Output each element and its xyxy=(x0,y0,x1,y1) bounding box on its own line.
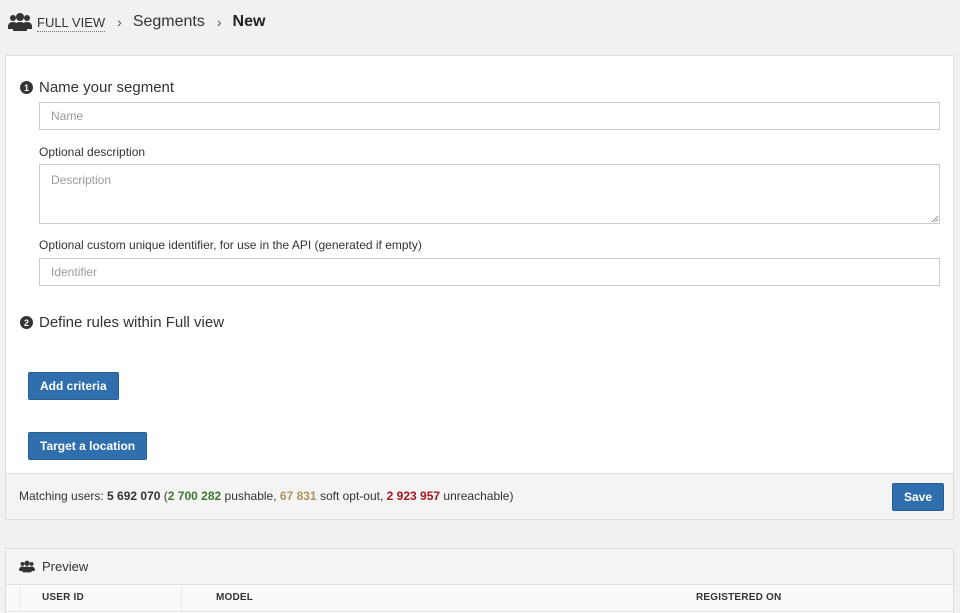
target-location-button[interactable]: Target a location xyxy=(28,432,148,460)
description-textarea[interactable] xyxy=(39,164,940,224)
page-title: New xyxy=(232,13,266,30)
users-icon xyxy=(8,12,32,32)
soft-optout-count: 67 831 xyxy=(279,489,317,503)
step-1-title: Name your segment xyxy=(39,79,175,96)
column-divider xyxy=(181,586,182,612)
pushable-count: 2 700 282 xyxy=(167,489,222,503)
breadcrumb: FULL VIEW › Segments › New xyxy=(8,8,265,36)
step-2-title: Define rules within Full view xyxy=(39,314,225,331)
identifier-input[interactable] xyxy=(39,258,940,286)
preview-table-header: USER ID MODEL REGISTERED ON xyxy=(6,586,953,612)
users-icon xyxy=(19,560,35,573)
preview-header: Preview xyxy=(6,549,953,585)
step-number-2-icon: 2 xyxy=(20,316,33,329)
step-number-1-icon: 1 xyxy=(20,81,33,94)
resize-grip-icon[interactable] xyxy=(931,215,939,223)
unreachable-label: unreachable xyxy=(443,489,510,503)
column-header-model[interactable]: MODEL xyxy=(216,592,253,603)
column-header-user-id[interactable]: USER ID xyxy=(42,592,84,603)
add-criteria-button[interactable]: Add criteria xyxy=(28,372,119,400)
step-2-heading: 2 Define rules within Full view xyxy=(20,314,224,331)
preview-panel: Preview USER ID MODEL REGISTERED ON xyxy=(5,548,954,613)
matching-total: 5 692 070 xyxy=(107,489,161,503)
pushable-label: pushable xyxy=(224,489,274,503)
matching-prefix: Matching users: xyxy=(19,489,104,503)
segment-name-input[interactable] xyxy=(39,102,940,130)
unreachable-count: 2 923 957 xyxy=(386,489,441,503)
preview-title: Preview xyxy=(42,559,89,574)
description-label: Optional description xyxy=(39,145,146,159)
breadcrumb-full-view-link[interactable]: FULL VIEW xyxy=(37,15,106,32)
identifier-label: Optional custom unique identifier, for u… xyxy=(39,238,422,252)
chevron-right-icon: › xyxy=(216,14,222,30)
column-header-registered-on[interactable]: REGISTERED ON xyxy=(696,592,781,603)
soft-optout-label: soft opt-out xyxy=(319,489,380,503)
breadcrumb-segments-link[interactable]: Segments xyxy=(133,13,205,31)
chevron-right-icon: › xyxy=(117,14,122,30)
matching-users-summary: Matching users: 5 692 070 (2 700 282 pus… xyxy=(19,489,514,503)
step-1-heading: 1 Name your segment xyxy=(20,79,174,96)
description-wrapper xyxy=(39,164,940,224)
matching-footer: Matching users: 5 692 070 (2 700 282 pus… xyxy=(6,473,953,519)
segment-form-panel: 1 Name your segment Optional description… xyxy=(5,55,954,520)
column-divider xyxy=(20,586,21,612)
save-button[interactable]: Save xyxy=(892,483,945,511)
